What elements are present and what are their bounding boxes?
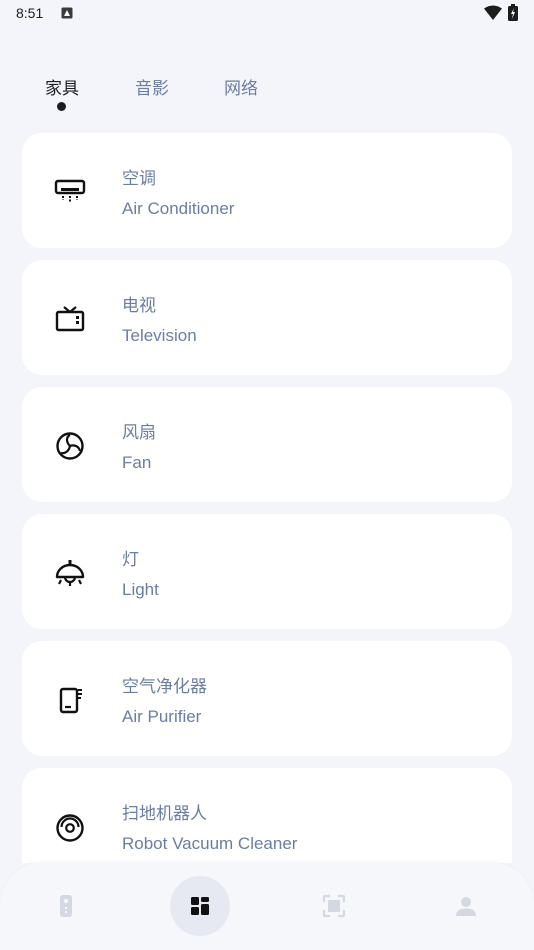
dashboard-icon (191, 897, 209, 915)
nav-dashboard[interactable] (170, 876, 230, 936)
active-tab-indicator (57, 102, 66, 111)
device-name: 电视 (122, 296, 156, 316)
device-name: 空调 (122, 169, 156, 189)
device-name-en: Light (122, 580, 159, 599)
nav-scan[interactable] (304, 876, 364, 936)
device-name-en: Robot Vacuum Cleaner (122, 834, 298, 853)
device-card-television[interactable]: 电视 Television (22, 260, 512, 375)
wifi-icon (484, 5, 502, 20)
fan-icon (56, 432, 84, 460)
nav-remote[interactable] (36, 876, 96, 936)
remote-icon (60, 895, 72, 917)
light-icon (55, 560, 85, 586)
air-purifier-icon (59, 687, 82, 714)
device-card-air-conditioner[interactable]: 空调 Air Conditioner (22, 133, 512, 248)
air-conditioner-icon (54, 179, 86, 202)
status-bar: 8:51 (0, 0, 534, 28)
status-time: 8:51 (16, 5, 44, 21)
device-name: 空气净化器 (122, 677, 207, 697)
tab-network[interactable]: 网络 (224, 74, 258, 99)
device-name-en: Air Purifier (122, 707, 202, 726)
device-card-robot-vacuum[interactable]: 扫地机器人 Robot Vacuum Cleaner (22, 768, 512, 863)
television-icon (55, 306, 85, 332)
robot-vacuum-icon (56, 814, 84, 842)
device-list[interactable]: 空调 Air Conditioner 电视 Television 风扇 Fan (22, 133, 512, 863)
device-card-light[interactable]: 灯 Light (22, 514, 512, 629)
battery-icon (508, 4, 518, 21)
device-name-en: Air Conditioner (122, 199, 235, 218)
tab-furniture[interactable]: 家具 (45, 74, 79, 99)
device-name: 风扇 (122, 423, 156, 443)
device-name-en: Television (122, 326, 197, 345)
category-tabs: 家具 音影 网络 (0, 70, 534, 114)
tab-audio-video[interactable]: 音影 (135, 74, 169, 99)
device-card-fan[interactable]: 风扇 Fan (22, 387, 512, 502)
device-name-en: Fan (122, 453, 152, 472)
device-name: 扫地机器人 (122, 804, 207, 824)
notification-icon (61, 7, 73, 19)
device-name: 灯 (122, 550, 139, 570)
device-card-air-purifier[interactable]: 空气净化器 Air Purifier (22, 641, 512, 756)
scan-icon (322, 894, 346, 918)
bottom-nav (0, 862, 534, 950)
profile-icon (456, 897, 476, 916)
nav-profile[interactable] (436, 876, 496, 936)
